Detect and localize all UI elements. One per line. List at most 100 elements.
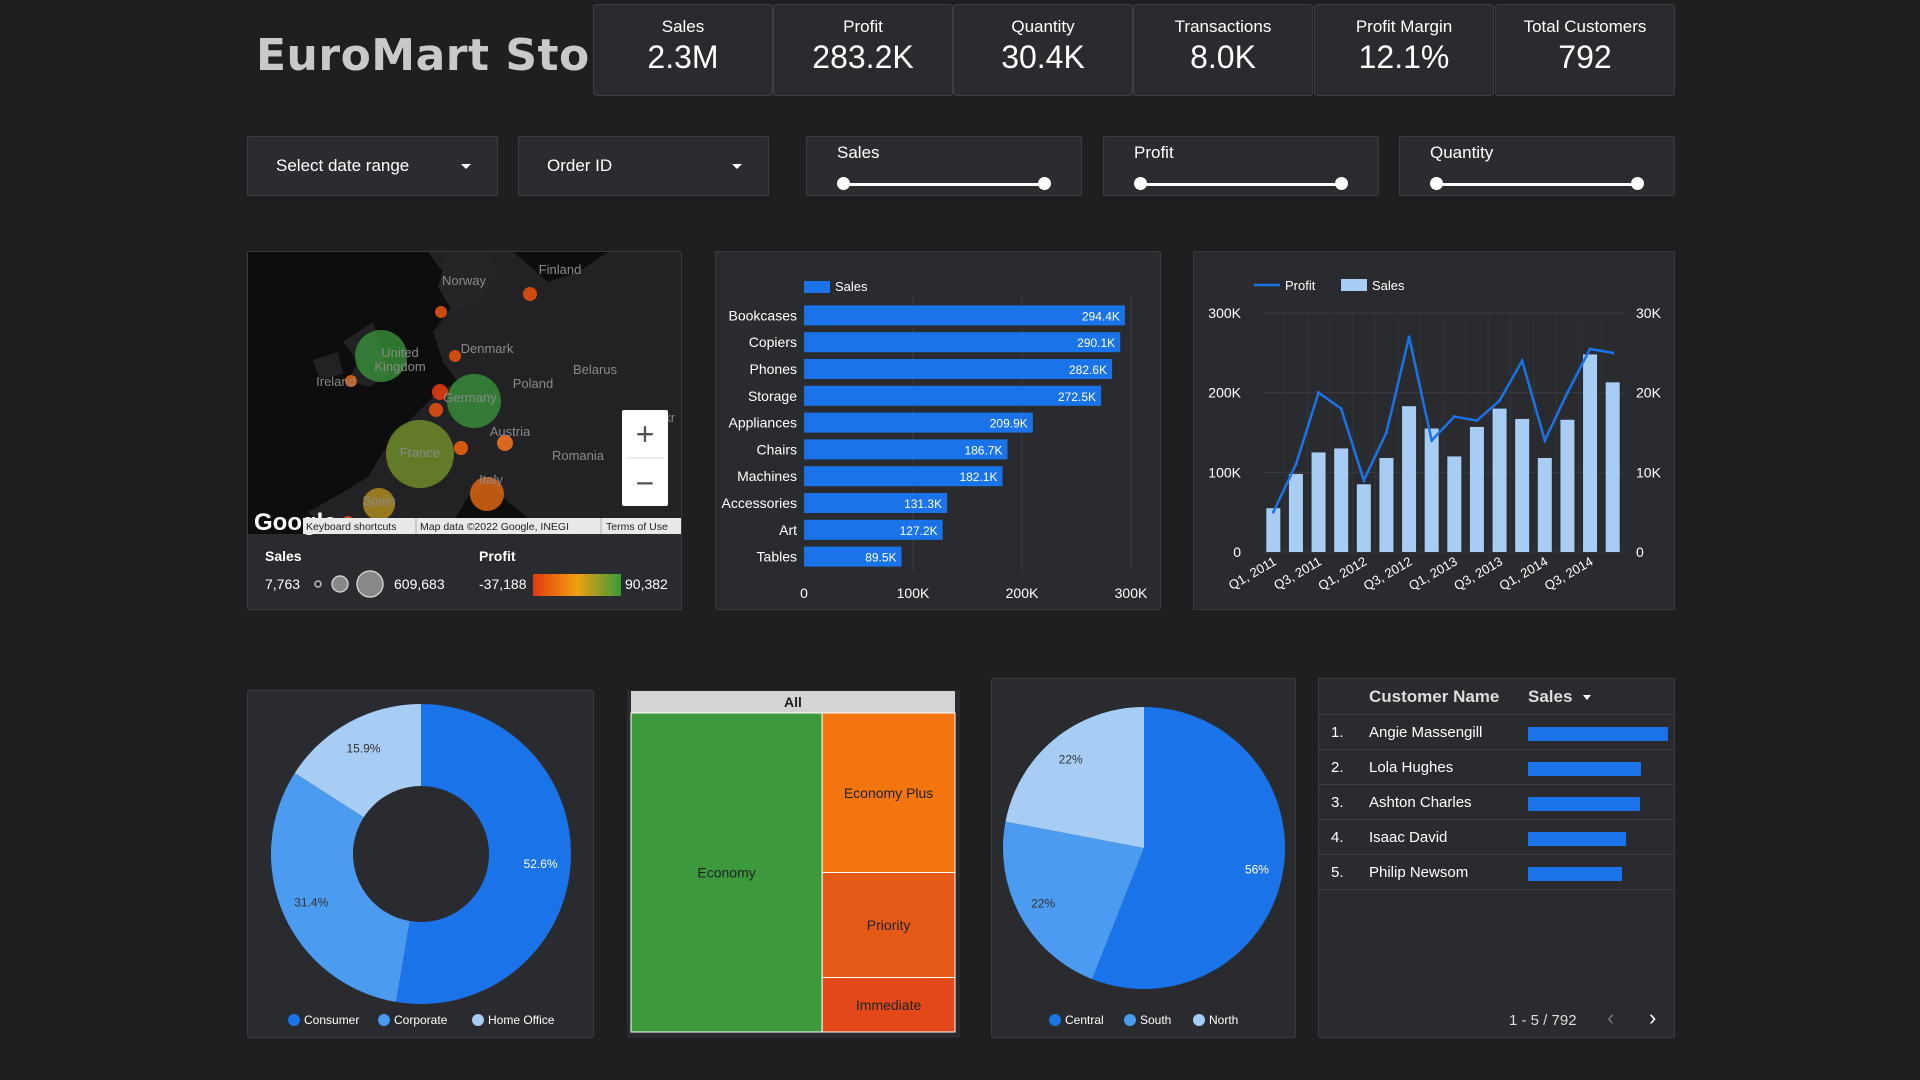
bubble-finland[interactable] [523, 287, 537, 301]
slider-min-handle[interactable] [1430, 177, 1443, 190]
profit-point[interactable] [1362, 478, 1366, 482]
profit-point[interactable] [1588, 347, 1592, 351]
sales-bar[interactable] [1379, 457, 1394, 552]
map-country-label: Germany [443, 390, 497, 405]
slider-min-handle[interactable] [837, 177, 850, 190]
zoom-out-button[interactable]: − [636, 465, 655, 501]
sales-bar[interactable] [1605, 382, 1620, 552]
sales-bar[interactable] [1447, 456, 1462, 552]
profit-point[interactable] [1317, 391, 1321, 395]
slice-label: 56% [1245, 863, 1269, 877]
chevron-right-icon[interactable]: › [1649, 1005, 1656, 1031]
table-row[interactable]: 1. Angie Massengill [1319, 715, 1674, 750]
sales-bar[interactable] [1492, 408, 1507, 552]
profit-point[interactable] [1565, 391, 1569, 395]
profit-point[interactable] [1294, 462, 1298, 466]
bar[interactable] [804, 359, 1113, 379]
terms-of-use-link[interactable]: Terms of Use [606, 521, 668, 533]
profit-point[interactable] [1407, 335, 1411, 339]
profit-point[interactable] [1384, 431, 1388, 434]
kpi-value: 283.2K [812, 39, 914, 75]
slider-max-handle[interactable] [1038, 177, 1051, 190]
bubble-belgium[interactable] [429, 403, 443, 417]
bubble-map[interactable]: Finland Norway Denmark United Kingdom Ireland… [248, 252, 681, 609]
legend-dot [378, 1014, 390, 1026]
bar-value-label: 186.7K [964, 443, 1002, 457]
profit-point[interactable] [1498, 399, 1502, 403]
x-tick-label: Q1, 2012 [1315, 554, 1369, 594]
profit-point[interactable] [1430, 438, 1434, 442]
bubble-switzerland[interactable] [454, 441, 468, 455]
slider-track [1140, 183, 1342, 186]
sales-bar[interactable] [1334, 448, 1349, 552]
profit-point[interactable] [1543, 438, 1547, 442]
y-right-tick-label: 30K [1636, 305, 1662, 321]
order-id-dropdown[interactable]: Order ID [518, 136, 769, 196]
table-row[interactable]: 4. Isaac David [1319, 820, 1674, 855]
row-rank: 2. [1331, 759, 1344, 776]
sort-desc-icon[interactable] [1583, 695, 1591, 700]
kpi-label: Quantity [1011, 17, 1075, 36]
kpi-label: Sales [661, 17, 705, 36]
chevron-left-icon[interactable]: ‹ [1607, 1005, 1614, 1031]
map-country-label: Norway [442, 273, 487, 288]
sales-size-large-icon [356, 570, 384, 598]
sales-bar[interactable] [1266, 508, 1281, 552]
bar[interactable] [804, 305, 1125, 326]
kpi-card: Profit Margin 12.1% [1314, 4, 1494, 96]
sales-range-slider[interactable]: Sales [806, 136, 1082, 196]
bar-value-label: 131.3K [904, 497, 942, 511]
profit-point[interactable] [1339, 407, 1343, 411]
table-row[interactable]: 5. Philip Newsom [1319, 855, 1674, 890]
slider-max-handle[interactable] [1631, 177, 1644, 190]
category-label: Appliances [729, 415, 798, 431]
pagination-label: 1 - 5 / 792 [1509, 1012, 1577, 1029]
category-label: Bookcases [729, 307, 797, 323]
profit-point[interactable] [1475, 419, 1479, 423]
column-header-sales[interactable]: Sales [1528, 687, 1572, 707]
ship-mode-treemap: All Economy Economy Plus Priority Immediate [630, 691, 956, 1033]
pie-slice[interactable] [271, 772, 410, 1002]
bubble-denmark[interactable] [449, 350, 461, 362]
slider-min-handle[interactable] [1134, 177, 1147, 190]
sales-bar[interactable] [1515, 418, 1530, 552]
bar[interactable] [804, 385, 1102, 406]
sales-bar[interactable] [1402, 406, 1417, 552]
sales-bar[interactable] [1288, 473, 1303, 552]
sales-bar [1528, 762, 1642, 776]
date-range-dropdown[interactable]: Select date range [247, 136, 498, 196]
column-header-customer-name[interactable]: Customer Name [1369, 687, 1499, 707]
sales-bar[interactable] [1583, 354, 1598, 552]
quarterly-chart-panel: 0 0 100K 10K 200K 20K 300K 30K Q1, 2011 Q3, 2011 Q… [1193, 251, 1675, 610]
category-label: Phones [750, 361, 797, 377]
sales-bar[interactable] [1469, 426, 1484, 552]
keyboard-shortcuts-link[interactable]: Keyboard shortcuts [306, 521, 396, 533]
y-right-tick-label: 0 [1636, 544, 1644, 560]
profit-point[interactable] [1271, 510, 1275, 514]
treemap-root-label: All [784, 694, 802, 710]
bubble-norway[interactable] [435, 306, 447, 318]
x-tick-label: Q3, 2014 [1542, 554, 1596, 594]
sales-bar[interactable] [1311, 452, 1326, 552]
slider-max-handle[interactable] [1335, 177, 1348, 190]
map-country-label: France [400, 445, 440, 460]
sales-bar [1528, 867, 1622, 881]
kpi-card: Total Customers 792 [1495, 4, 1675, 96]
quantity-range-slider[interactable]: Quantity [1399, 136, 1675, 196]
bar[interactable] [804, 332, 1121, 353]
sales-bar[interactable] [1424, 428, 1439, 552]
table-row[interactable]: 3. Ashton Charles [1319, 785, 1674, 820]
profit-point[interactable] [1611, 351, 1615, 355]
sales-bar[interactable] [1560, 419, 1575, 552]
profit-point[interactable] [1452, 415, 1456, 419]
kpi-value: 792 [1558, 39, 1612, 75]
zoom-in-button[interactable]: + [636, 416, 655, 452]
pie-slice[interactable] [396, 704, 571, 1004]
map-country-label: Belarus [573, 362, 618, 377]
legend-dot [288, 1014, 300, 1026]
sales-bar[interactable] [1537, 457, 1552, 552]
profit-range-slider[interactable]: Profit [1103, 136, 1379, 196]
sales-bar[interactable] [1356, 484, 1371, 552]
table-row[interactable]: 2. Lola Hughes [1319, 750, 1674, 785]
profit-point[interactable] [1520, 359, 1524, 363]
